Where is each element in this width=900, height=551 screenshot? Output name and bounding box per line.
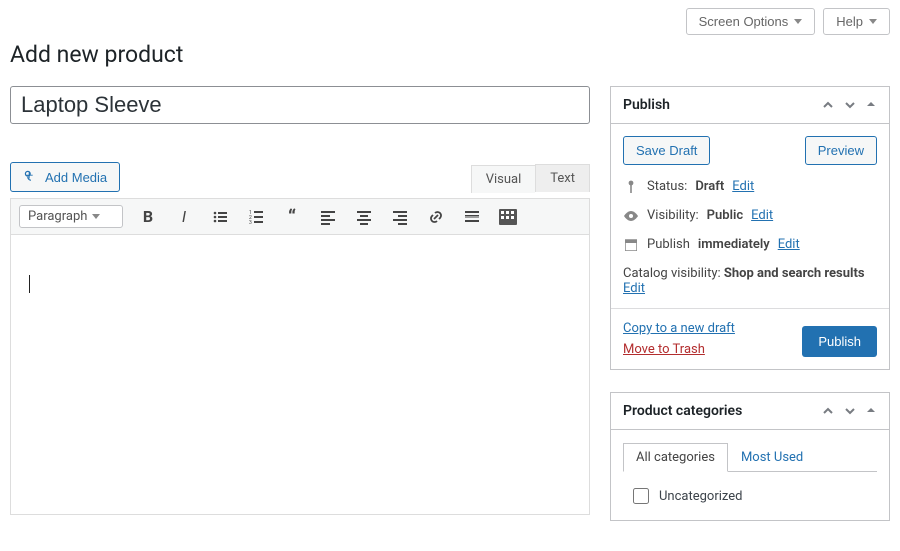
chevron-down-icon[interactable]	[843, 98, 857, 112]
insert-more-button[interactable]	[461, 206, 483, 228]
chevron-down-icon[interactable]	[843, 404, 857, 418]
status-value: Draft	[695, 179, 724, 194]
visibility-label: Visibility:	[647, 208, 699, 223]
format-select[interactable]: Paragraph	[19, 205, 123, 228]
move-to-trash-link[interactable]: Move to Trash	[623, 342, 735, 357]
chevron-down-icon	[794, 19, 802, 24]
category-checkbox[interactable]	[633, 488, 649, 504]
catalog-value: Shop and search results	[724, 266, 865, 281]
publish-heading: Publish	[623, 97, 670, 113]
editor-content[interactable]	[10, 235, 590, 515]
publish-button[interactable]: Publish	[802, 326, 877, 357]
tab-all-categories[interactable]: All categories	[623, 443, 728, 472]
help-button[interactable]: Help	[823, 8, 890, 35]
media-icon	[23, 169, 39, 185]
chevron-up-icon[interactable]	[821, 98, 835, 112]
tab-text[interactable]: Text	[535, 164, 590, 192]
link-button[interactable]	[425, 206, 447, 228]
caret-up-icon[interactable]	[865, 404, 877, 418]
tab-visual[interactable]: Visual	[471, 165, 536, 193]
align-left-button[interactable]	[317, 206, 339, 228]
copy-draft-link[interactable]: Copy to a new draft	[623, 321, 735, 336]
categories-heading: Product categories	[623, 403, 742, 419]
edit-date-link[interactable]: Edit	[778, 237, 800, 252]
category-item: Uncategorized	[623, 484, 877, 508]
status-label: Status:	[647, 179, 687, 194]
add-media-button[interactable]: Add Media	[10, 162, 120, 192]
align-right-button[interactable]	[389, 206, 411, 228]
visibility-value: Public	[707, 208, 743, 223]
edit-status-link[interactable]: Edit	[732, 179, 754, 194]
help-label: Help	[836, 14, 863, 29]
text-cursor	[29, 275, 30, 293]
page-title: Add new product	[10, 41, 890, 68]
product-title-input[interactable]	[10, 86, 590, 124]
format-select-label: Paragraph	[28, 209, 87, 224]
screen-options-button[interactable]: Screen Options	[686, 8, 816, 35]
chevron-up-icon[interactable]	[821, 404, 835, 418]
preview-button[interactable]: Preview	[805, 136, 877, 165]
edit-visibility-link[interactable]: Edit	[751, 208, 773, 223]
bold-button[interactable]: B	[137, 206, 159, 228]
numbered-list-button[interactable]: 123	[245, 206, 267, 228]
publish-value: immediately	[698, 237, 770, 252]
edit-catalog-link[interactable]: Edit	[623, 281, 645, 296]
chevron-down-icon	[92, 214, 100, 219]
publish-label: Publish	[647, 237, 690, 252]
category-label: Uncategorized	[659, 489, 742, 504]
svg-text:3: 3	[249, 220, 252, 225]
save-draft-button[interactable]: Save Draft	[623, 136, 710, 165]
eye-icon	[623, 211, 639, 221]
pin-icon	[623, 180, 639, 194]
blockquote-button[interactable]: “	[281, 206, 303, 228]
categories-metabox: Product categories All categories Most U…	[610, 392, 890, 521]
editor-toolbar: Paragraph B I 123 “	[10, 198, 590, 235]
align-center-button[interactable]	[353, 206, 375, 228]
italic-button[interactable]: I	[173, 206, 195, 228]
tab-most-used[interactable]: Most Used	[728, 443, 816, 472]
chevron-down-icon	[869, 19, 877, 24]
add-media-label: Add Media	[45, 170, 107, 185]
calendar-icon	[623, 239, 639, 251]
caret-up-icon[interactable]	[865, 98, 877, 112]
catalog-label: Catalog visibility:	[623, 266, 721, 281]
bullet-list-button[interactable]	[209, 206, 231, 228]
publish-metabox: Publish Save Draft Preview Status:	[610, 86, 890, 370]
screen-options-label: Screen Options	[699, 14, 789, 29]
toolbar-toggle-button[interactable]	[497, 206, 519, 228]
